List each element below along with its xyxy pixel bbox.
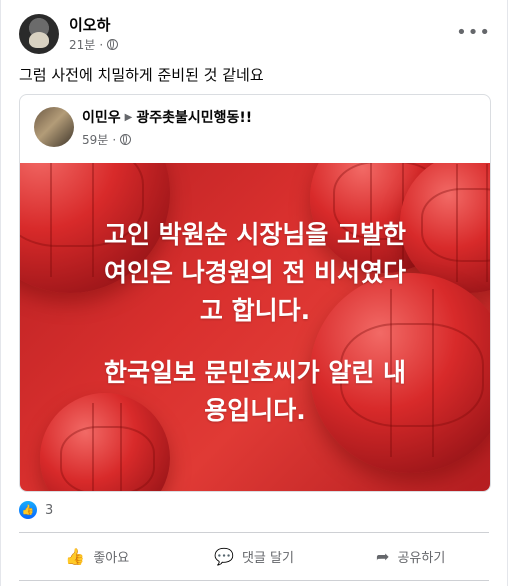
- globe-icon[interactable]: [120, 134, 132, 145]
- comment-button[interactable]: 💬 댓글 달기: [176, 539, 333, 573]
- comment-icon: 💬: [214, 546, 234, 566]
- share-button[interactable]: ➦ 공유하기: [332, 539, 489, 573]
- facebook-post: 이오하 21분 · ••• 그럼 사전에 치밀하게 준비된 것 같네요 이민우 …: [0, 0, 508, 586]
- separator-dot: ·: [99, 37, 104, 52]
- separator-dot: ·: [112, 132, 117, 147]
- image-text-line: 고인 박원순 시장님을 고발한: [103, 220, 407, 249]
- shared-group-name[interactable]: 광주촛불시민행동!!: [136, 107, 252, 127]
- arrow-right-icon: ▶: [124, 111, 133, 123]
- shared-author-name[interactable]: 이민우: [82, 107, 121, 127]
- shared-meta: 59분 ·: [82, 131, 132, 148]
- comment-label: 댓글 달기: [241, 550, 294, 566]
- shared-post[interactable]: 이민우 ▶ 광주촛불시민행동!! 59분 · 고인 박원순 시장님을 고발한 여…: [19, 94, 491, 492]
- post-text: 그럼 사전에 치밀하게 준비된 것 같네요: [19, 66, 264, 84]
- like-label: 좋아요: [93, 550, 130, 566]
- shared-header: 이민우 ▶ 광주촛불시민행동!!: [82, 107, 252, 127]
- reaction-count[interactable]: 3: [45, 503, 53, 518]
- more-options-icon[interactable]: •••: [456, 22, 491, 43]
- image-text-line: 한국일보 문민호씨가 알린 내: [103, 358, 407, 387]
- action-bar: 👍 좋아요 💬 댓글 달기 ➦ 공유하기: [19, 539, 489, 573]
- image-text-line: 고 합니다.: [199, 296, 311, 325]
- share-icon: ➦: [376, 546, 390, 566]
- divider: [19, 532, 489, 533]
- thumbs-up-icon: 👍: [65, 546, 86, 566]
- post-meta: 21분 ·: [69, 36, 119, 53]
- globe-icon[interactable]: [107, 39, 119, 50]
- thumbs-up-icon: 👍: [19, 501, 37, 519]
- shared-post-image[interactable]: 고인 박원순 시장님을 고발한 여인은 나경원의 전 비서였다 고 합니다. 한…: [20, 163, 490, 491]
- image-text-line: 용입니다.: [204, 396, 306, 425]
- like-button[interactable]: 👍 좋아요: [19, 539, 176, 573]
- post-timestamp[interactable]: 21분: [69, 36, 95, 53]
- shared-author-avatar[interactable]: [34, 107, 74, 147]
- author-avatar[interactable]: [19, 14, 59, 54]
- share-label: 공유하기: [397, 550, 446, 566]
- divider: [19, 580, 489, 581]
- reaction-summary[interactable]: 👍 3: [19, 500, 53, 520]
- author-name[interactable]: 이오하: [69, 14, 110, 35]
- shared-timestamp[interactable]: 59분: [82, 131, 108, 148]
- image-text-line: 여인은 나경원의 전 비서였다: [103, 258, 407, 287]
